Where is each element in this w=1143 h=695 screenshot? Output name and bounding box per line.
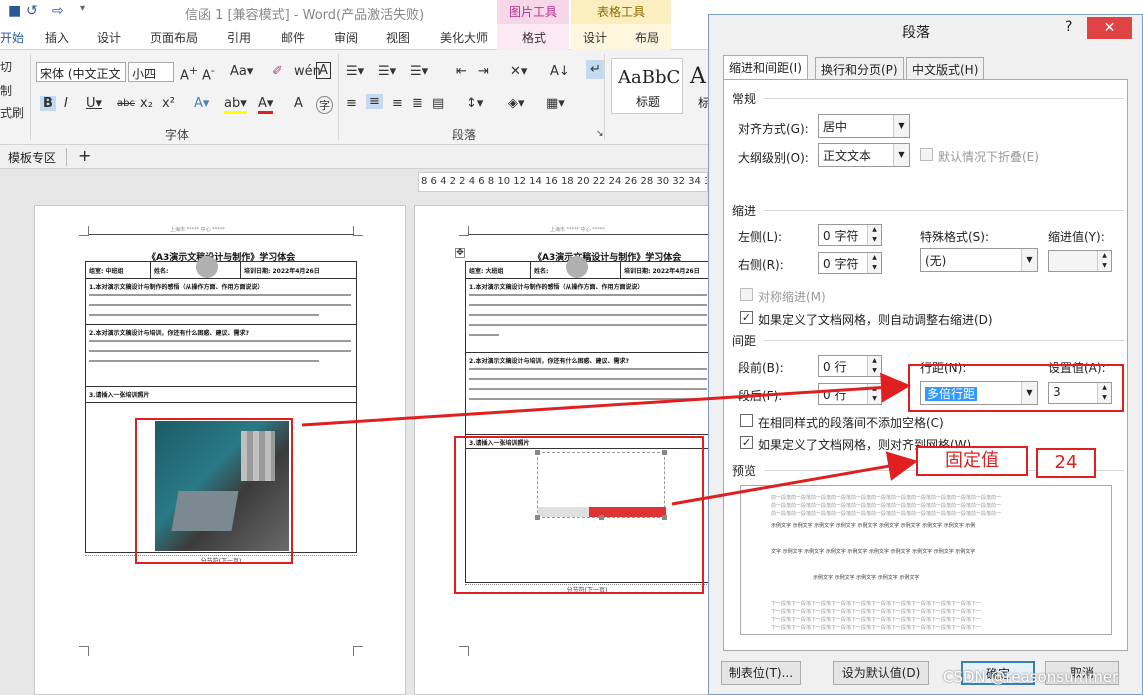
watermark: CSDN @reasonsummer bbox=[943, 668, 1119, 686]
annotation-arrow bbox=[671, 451, 918, 506]
annotation-arrow bbox=[301, 372, 911, 427]
annotation-arrows bbox=[301, 372, 918, 506]
